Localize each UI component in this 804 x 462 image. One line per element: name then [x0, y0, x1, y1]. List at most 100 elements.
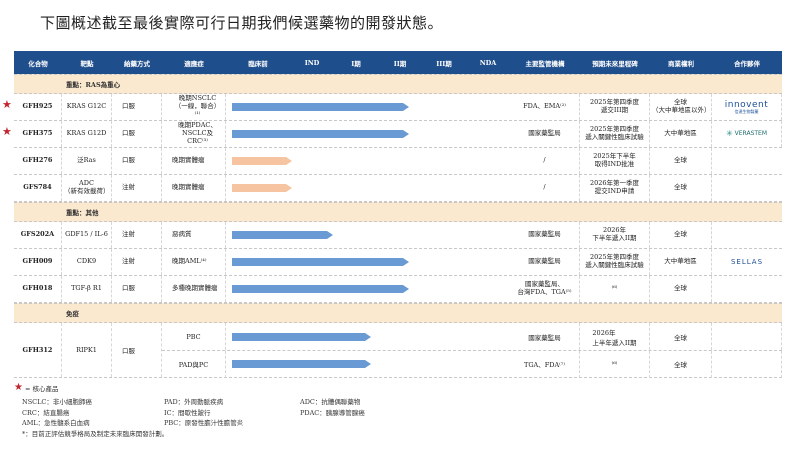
legend-item: IC：間歇性跛行: [164, 408, 211, 417]
compound-name: GFH018: [14, 276, 62, 302]
page-title: 下圖概述截至最後實際可行日期我們候選藥物的開發狀態。: [40, 14, 444, 32]
milestone: 2025年第四季度 遞入關鍵性臨床試驗: [580, 249, 650, 275]
phase-bar: [232, 285, 410, 293]
phase-progress: [226, 323, 510, 350]
milestone: 2025年下半年 取得IND批准: [580, 148, 650, 174]
section-ras: 重點：RAS為重心: [14, 74, 782, 94]
phase-progress: [226, 121, 510, 147]
sellas-logo: SELLAS: [730, 257, 764, 266]
legend-item: PDAC：胰腺導管腺癌: [300, 408, 365, 417]
route: 口服: [112, 148, 162, 174]
legend-col-3: ADC：抗體偶聯藥物 PDAC：胰腺導管腺癌: [300, 397, 365, 418]
partner-logo: [712, 323, 782, 350]
commercial-rights: 全球: [650, 222, 712, 248]
table-subrow: PBC 國家藥監局 2026年 上半年遞入II期 全球: [162, 323, 782, 350]
table-row: GFH018 TGF-β R1 口服 多種晚期實體瘤 國家藥監局、 台灣FDA、TGA⁽⁵…: [14, 276, 782, 303]
phase-progress: [226, 222, 510, 248]
header-cell: I期: [351, 59, 361, 68]
target: KRAS G12C: [62, 94, 112, 120]
commercial-rights: 全球: [650, 323, 712, 350]
regulator: 國家藥監局、 台灣FDA、TGA⁽⁵⁾: [510, 276, 580, 302]
partner-logo: SELLAS: [712, 249, 782, 275]
phase-progress: [226, 351, 510, 378]
section-immune: 免疫: [14, 303, 782, 323]
phase-progress: [226, 249, 510, 275]
partner-logo: innovent 信達生物製藥: [712, 94, 782, 120]
milestone: 2026年 上半年遞入II期: [580, 323, 650, 350]
header-cell: 靶點: [80, 59, 94, 68]
regulator: 國家藥監局: [510, 249, 580, 275]
milestone: 2025年第四季度 遞交III期: [580, 94, 650, 120]
table-subrow: PAD與PC TGA、FDA⁽⁷⁾ ⁽⁶⁾ 全球: [162, 350, 782, 378]
phase-progress: [226, 94, 510, 120]
milestone: 2025年第四季度 遞入關鍵性臨床試驗: [580, 121, 650, 147]
regulator: FDA、EMA⁽²⁾: [510, 94, 580, 120]
route: 口服: [112, 323, 162, 377]
header-cell: NDA: [479, 58, 497, 67]
regulator: /: [510, 148, 580, 174]
commercial-rights: 大中華地區: [650, 249, 712, 275]
target: TGF-β R1: [62, 276, 112, 302]
table-row: GFH276 泛Ras 口服 晚期實體瘤 /2025年下半年 取得IND批准 全球: [14, 148, 782, 175]
indication: 晚期PDAC、 NSCLC及CRC⁽³⁾: [162, 121, 226, 147]
indication: PBC: [162, 323, 226, 350]
legend-col-2: PAD：外周動脈疾病 IC：間歇性跛行 PBC：原發性膽汁性膽管炎: [164, 397, 243, 429]
legend-item: NSCLC：非小細胞肺癌: [22, 398, 92, 406]
commercial-rights: 全球: [650, 175, 712, 201]
header-cell: 商業權利: [668, 59, 694, 68]
indication: PAD與PC: [162, 350, 226, 378]
target: GDF15 / IL-6: [62, 222, 112, 248]
milestone: ⁽⁶⁾: [580, 276, 650, 302]
target: RIPK1: [62, 323, 112, 377]
phase-bar: [232, 332, 372, 341]
compound-name: GFH276: [14, 148, 62, 174]
table-row: GFH375 KRAS G12D 口服 晚期PDAC、 NSCLC及CRC⁽³⁾ 國家藥監…: [2, 121, 782, 148]
legend-item: ADC：抗體偶聯藥物: [300, 398, 361, 406]
header-cell: 臨床前: [248, 59, 268, 68]
core-product-star-icon: ★: [2, 125, 12, 138]
phase-bar: [232, 157, 293, 165]
indication: 晚期實體瘤: [162, 175, 226, 201]
route: 注射: [112, 222, 162, 248]
section-other: 重點：其他: [14, 202, 782, 222]
table-row: GFS784 ADC （新有效載荷） 注射 晚期實體瘤 /2026年第一季度 提交IND申請…: [14, 175, 782, 202]
route: 口服: [112, 276, 162, 302]
header-cell: II期: [393, 59, 407, 68]
route: 注射: [112, 249, 162, 275]
header-cell: 化合物: [28, 59, 48, 68]
compound-name: GFH312: [14, 323, 62, 377]
route: 注射: [112, 175, 162, 201]
indication: 惡病質: [162, 222, 226, 248]
header-cell: 合作夥伴: [734, 59, 760, 68]
indication: 晚期AML⁽⁴⁾: [162, 249, 226, 275]
compound-name: GFS202A: [14, 222, 62, 248]
phase-progress: [226, 148, 510, 174]
target: ADC （新有效載荷）: [62, 175, 112, 201]
table-row-gfh312: GFH312 RIPK1 口服 PBC 國家藥監局 2026年 上半年遞入II期 全球 PAD與…: [14, 323, 782, 378]
legend-note: *：目前正評估競爭格局及制定未來臨床開發計劃。: [22, 430, 169, 438]
phase-bar: [232, 184, 293, 192]
partner-logo: [712, 148, 782, 174]
partner-logo: [712, 276, 782, 302]
route: 口服: [112, 94, 162, 120]
legend-item: PAD：外周動脈疾病: [164, 398, 224, 406]
route: 口服: [112, 121, 162, 147]
legend: ★ = 核心產品: [14, 382, 58, 393]
regulator: 國家藥監局: [510, 121, 580, 147]
header-cell: 適應症: [184, 59, 204, 68]
target: CDK9: [62, 249, 112, 275]
table-row: GFH009 CDK9 注射 晚期AML⁽⁴⁾ 國家藥監局 2025年第四季度 遞入關鍵性臨…: [14, 249, 782, 276]
regulator: /: [510, 175, 580, 201]
target: 泛Ras: [62, 148, 112, 174]
partner-logo: [712, 350, 782, 378]
header-cell: III期: [436, 59, 452, 68]
commercial-rights: 全球: [650, 276, 712, 302]
core-product-star-icon: ★: [2, 98, 12, 111]
partner-logo: [712, 175, 782, 201]
indication: 晚期NSCLC （一線，聯合）⁽¹⁾: [162, 94, 226, 120]
milestone: 2026年第一季度 提交IND申請: [580, 175, 650, 201]
legend-item: AML：急性髓系白血病: [22, 419, 90, 427]
commercial-rights: 全球 （大中華地區以外）: [650, 94, 712, 120]
verastem-logo: ✳ VERASTEM: [725, 129, 768, 139]
indication: 晚期實體瘤: [162, 148, 226, 174]
